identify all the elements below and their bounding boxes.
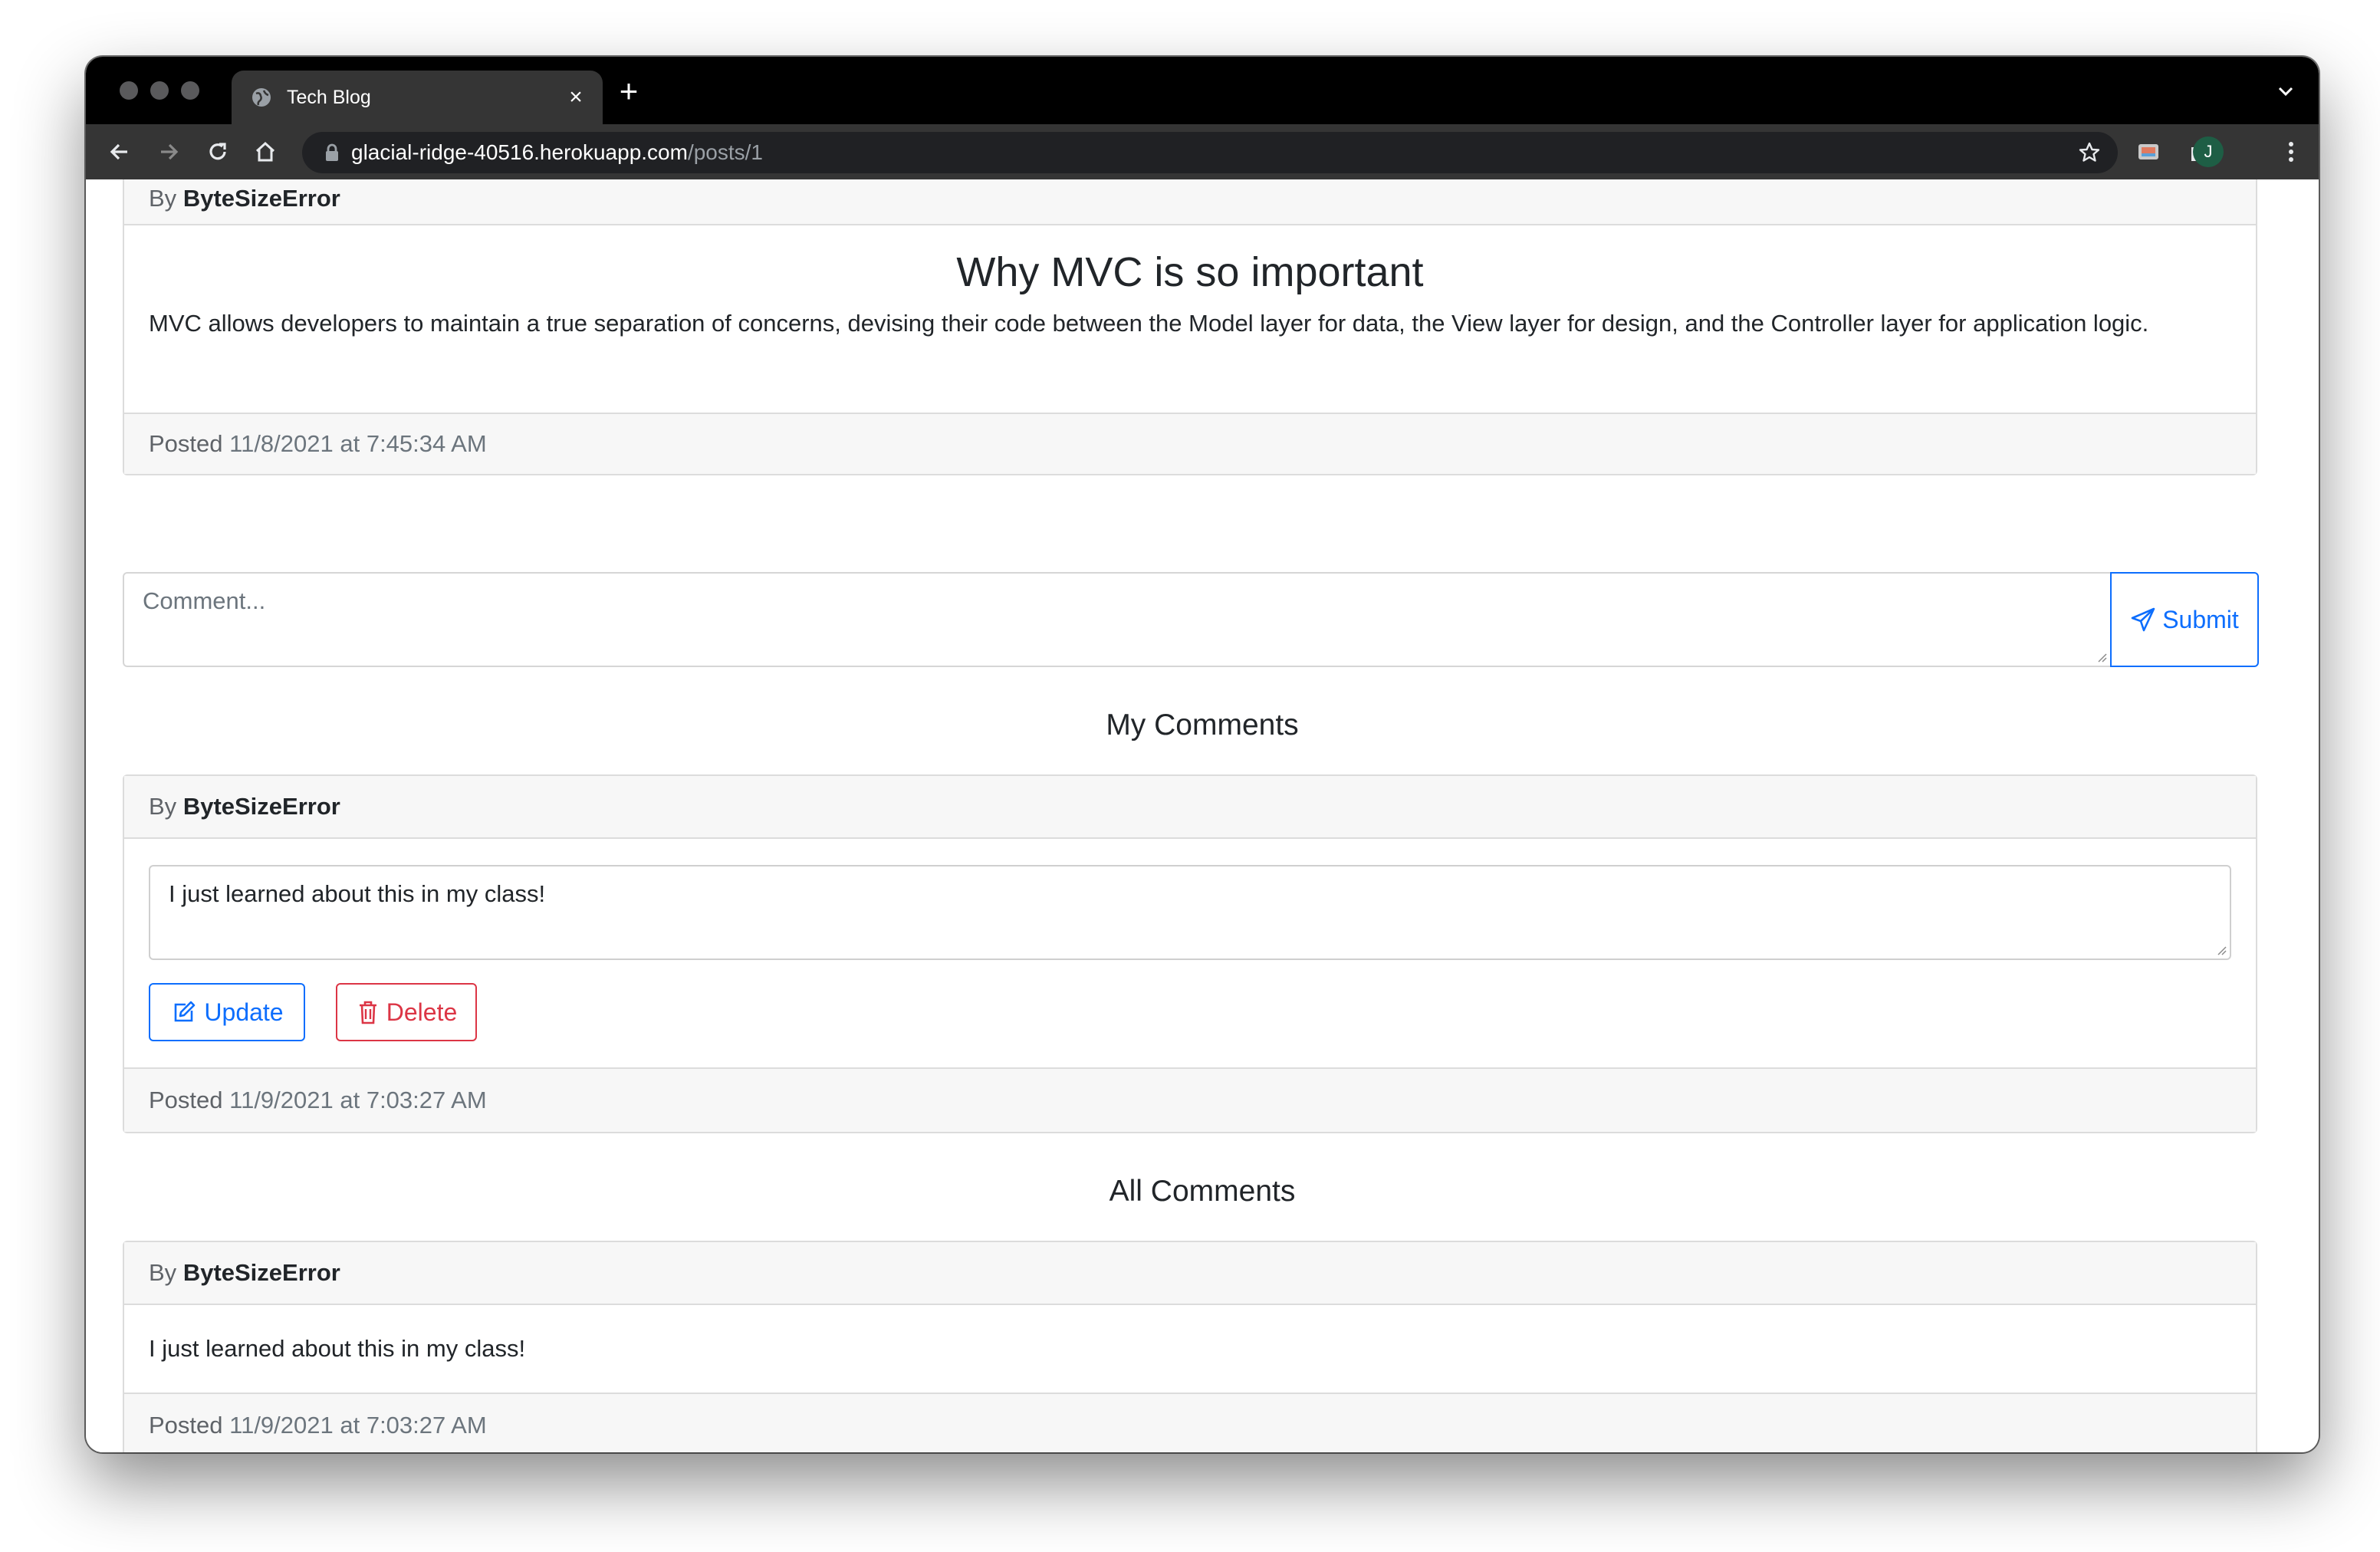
resize-handle-icon[interactable]	[2216, 945, 2227, 955]
posted-label: Posted	[149, 1087, 223, 1113]
tab-title: Tech Blog	[287, 87, 371, 108]
cast-media-icon[interactable]	[2135, 138, 2162, 166]
post-body: MVC allows developers to maintain a true…	[149, 310, 2149, 337]
comment-text: I just learned about this in my class!	[149, 1335, 526, 1362]
bookmark-star-icon[interactable]	[2078, 141, 2101, 164]
edit-comment-text: I just learned about this in my class!	[169, 880, 546, 907]
more-menu-icon[interactable]	[2277, 138, 2305, 166]
comment-placeholder: Comment...	[143, 587, 266, 614]
window-minimize-dot[interactable]	[150, 81, 169, 100]
my-comment-footer: Posted 11/9/2021 at 7:03:27 AM	[124, 1067, 2256, 1132]
forward-arrow-icon[interactable]	[155, 138, 182, 166]
edit-comment-textarea[interactable]: I just learned about this in my class!	[149, 865, 2231, 960]
profile-avatar[interactable]: J	[2193, 136, 2224, 167]
submit-label: Submit	[2162, 605, 2239, 633]
comment-author: ByteSizeError	[182, 793, 340, 820]
resize-handle-icon[interactable]	[2096, 652, 2107, 663]
paper-plane-icon	[2131, 607, 2155, 632]
all-comment-header: By ByteSizeError	[124, 1242, 2256, 1305]
address-bar[interactable]: glacial-ridge-40516.herokuapp.com/posts/…	[302, 132, 2118, 173]
all-comment-body: I just learned about this in my class!	[124, 1305, 2256, 1393]
window-zoom-dot[interactable]	[181, 81, 199, 100]
delete-comment-button[interactable]: Delete	[336, 983, 477, 1041]
update-comment-button[interactable]: Update	[149, 983, 305, 1041]
post-card: By ByteSizeError Why MVC is so important…	[123, 179, 2257, 475]
by-label: By	[149, 1259, 177, 1286]
comment-timestamp: 11/9/2021 at 7:03:27 AM	[229, 1087, 487, 1113]
home-icon[interactable]	[251, 138, 279, 166]
new-tab-button[interactable]: +	[615, 75, 643, 107]
all-comments-heading: All Comments	[1109, 1175, 1296, 1208]
post-card-footer: Posted 11/8/2021 at 7:45:34 AM	[124, 413, 2256, 474]
by-label: By	[149, 185, 177, 212]
all-comment-card: By ByteSizeError I just learned about th…	[123, 1241, 2257, 1452]
edit-icon	[175, 1001, 196, 1022]
url-host: glacial-ridge-40516.herokuapp.com	[351, 140, 688, 164]
my-comment-card: By ByteSizeError I just learned about th…	[123, 774, 2257, 1133]
back-arrow-icon[interactable]	[106, 138, 133, 166]
by-label: By	[149, 793, 177, 820]
url-text[interactable]: glacial-ridge-40516.herokuapp.com/posts/…	[351, 140, 763, 166]
update-label: Update	[204, 998, 284, 1026]
post-card-body: Why MVC is so important MVC allows devel…	[124, 225, 2256, 413]
url-path: /posts/1	[687, 140, 763, 164]
reload-icon[interactable]	[204, 138, 232, 166]
lock-icon[interactable]	[324, 143, 340, 163]
delete-label: Delete	[386, 998, 458, 1026]
my-comment-body: I just learned about this in my class! U…	[124, 839, 2256, 1067]
post-timestamp: 11/8/2021 at 7:45:34 AM	[229, 430, 487, 457]
page-content: By ByteSizeError Why MVC is so important…	[86, 179, 2319, 1452]
post-title: Why MVC is so important	[956, 249, 1424, 295]
my-comment-header: By ByteSizeError	[124, 776, 2256, 839]
all-comment-footer: Posted 11/9/2021 at 7:03:27 AM	[124, 1393, 2256, 1452]
posted-label: Posted	[149, 430, 223, 457]
tab-strip: Tech Blog × +	[86, 57, 2319, 124]
browser-tab[interactable]: Tech Blog ×	[232, 71, 603, 124]
my-comments-heading: My Comments	[1106, 709, 1299, 741]
globe-icon	[252, 88, 271, 107]
comment-author: ByteSizeError	[182, 1259, 340, 1286]
browser-toolbar: glacial-ridge-40516.herokuapp.com/posts/…	[86, 124, 2319, 179]
post-author: ByteSizeError	[182, 185, 340, 212]
chevron-down-icon[interactable]	[2274, 80, 2297, 103]
comment-input[interactable]: Comment...	[123, 572, 2112, 667]
posted-label: Posted	[149, 1412, 223, 1439]
post-card-header: By ByteSizeError	[124, 179, 2256, 225]
submit-comment-button[interactable]: Submit	[2110, 572, 2259, 667]
trash-icon	[359, 1001, 376, 1024]
tab-close-icon[interactable]: ×	[564, 86, 587, 109]
window-close-dot[interactable]	[120, 81, 138, 100]
comment-timestamp: 11/9/2021 at 7:03:27 AM	[229, 1412, 487, 1439]
browser-window: Tech Blog × + glacial-ridge-40516.heroku…	[86, 57, 2319, 1452]
